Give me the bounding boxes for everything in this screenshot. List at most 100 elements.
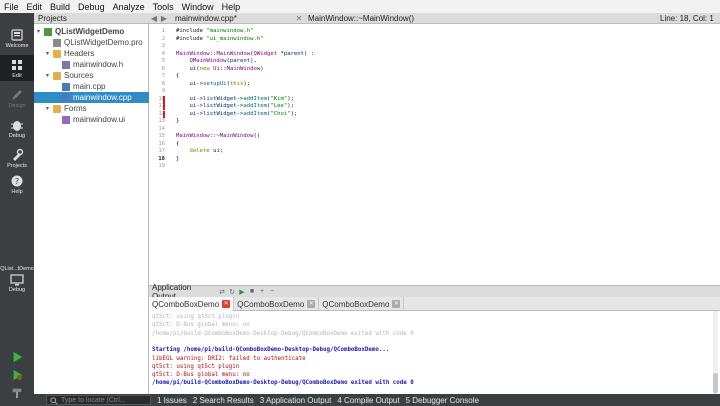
code-line: MainWindow::~MainWindow(): [176, 133, 261, 139]
mode-debug[interactable]: Debug: [0, 115, 34, 141]
output-line: /home/pi/build-QComboBoxDemo-Desktop-Deb…: [152, 330, 414, 337]
zoom-in-icon[interactable]: +: [257, 288, 267, 295]
menu-help[interactable]: Help: [222, 2, 241, 12]
line-number: 15: [158, 133, 165, 139]
tree-item-folder[interactable]: ▾ Forms: [34, 103, 149, 114]
run-icon: [13, 351, 23, 363]
close-tab-icon[interactable]: ✕: [222, 300, 231, 308]
line-number: 5: [161, 58, 165, 64]
project-tree[interactable]: ▾ QListWidgetDemo QListWidgetDemo.pro ▾ Head…: [34, 24, 149, 394]
menu-file[interactable]: File: [4, 2, 19, 12]
code-line: {: [176, 73, 180, 79]
symbol-combo[interactable]: MainWindow::~MainWindow(): [304, 14, 660, 23]
output-tab-label: QComboBoxDemo: [237, 299, 305, 309]
output-tab[interactable]: QComboBoxDemo ✕: [149, 297, 235, 311]
output-pane-button[interactable]: 5 Debugger Console: [406, 396, 479, 405]
run-output-icon[interactable]: ▶: [237, 288, 247, 296]
menu-tools[interactable]: Tools: [153, 2, 174, 12]
line-number: 14: [158, 125, 165, 132]
stop-icon[interactable]: ■: [247, 288, 257, 295]
cpp-file-icon: [62, 93, 70, 102]
code-line: delete ui;: [189, 148, 224, 154]
output-tab[interactable]: QComboBoxDemo ✕: [319, 297, 405, 311]
output-tab[interactable]: QComboBoxDemo ✕: [234, 297, 320, 311]
mode-welcome[interactable]: Welcome: [0, 25, 34, 51]
menu-edit[interactable]: Edit: [27, 2, 43, 12]
welcome-icon: [11, 29, 23, 41]
modified-line-marker: [163, 103, 165, 110]
locator-input[interactable]: Type to locate (Ctrl...: [46, 395, 151, 405]
debug-run-button[interactable]: [0, 366, 34, 384]
tree-item-cpp[interactable]: mainwindow.cpp: [34, 92, 149, 103]
menu-debug[interactable]: Debug: [78, 2, 105, 12]
mode-edit[interactable]: Edit: [0, 55, 34, 81]
kit-project-label: QList...tDemo: [0, 266, 34, 272]
output-pane-button[interactable]: 1 Issues: [157, 396, 187, 405]
code-line: MainWindow::MainWindow(QWidget *parent) …: [176, 50, 315, 57]
edit-icon: [12, 60, 22, 70]
back-icon[interactable]: ◀: [149, 14, 159, 23]
mode-label: Design: [8, 103, 26, 109]
mode-label: Help: [11, 189, 23, 195]
tree-item-cpp[interactable]: main.cpp: [34, 81, 149, 92]
menu-analyze[interactable]: Analyze: [113, 2, 145, 12]
application-output-text[interactable]: qt5ct: using qt5ct plugin qt5ct: D-Bus gl…: [149, 311, 720, 394]
debug-icon: [11, 121, 23, 131]
mode-projects[interactable]: Projects: [0, 145, 34, 171]
cpp-file-icon: [62, 82, 70, 91]
tree-item-label: mainwindow.ui: [73, 115, 126, 124]
mode-design[interactable]: Design: [0, 85, 34, 111]
zoom-out-icon[interactable]: −: [267, 288, 277, 295]
pro-file-icon: [53, 38, 61, 47]
output-line: qt5ct: using qt5ct plugin: [152, 314, 240, 320]
attach-icon[interactable]: ⇄: [217, 288, 227, 296]
modified-line-marker: [163, 95, 165, 103]
mode-label: Welcome: [5, 43, 29, 49]
tree-item-folder[interactable]: ▾ Headers: [34, 48, 149, 59]
projects-title: Projects: [38, 13, 67, 23]
line-number: 16: [158, 140, 165, 147]
output-pane-button[interactable]: 3 Application Output: [260, 396, 332, 405]
close-document-icon[interactable]: ✕: [294, 14, 304, 23]
kit-selector[interactable]: QList...tDemo Debug: [0, 265, 34, 293]
tree-item-folder[interactable]: ▾ Sources: [34, 70, 149, 81]
tree-item-h[interactable]: mainwindow.h: [34, 59, 149, 70]
project-file-icon: [44, 27, 52, 36]
code-line: }: [176, 118, 180, 124]
tree-item-label: main.cpp: [73, 82, 106, 91]
run-button[interactable]: [0, 348, 34, 366]
mode-label: Debug: [8, 133, 26, 139]
output-tab-label: QComboBoxDemo: [152, 299, 220, 309]
close-tab-icon[interactable]: ✕: [392, 300, 401, 308]
menu-window[interactable]: Window: [182, 2, 214, 12]
code-line: ui->listWidget->addItem("Choi");: [189, 110, 298, 117]
line-number: 7: [161, 73, 165, 79]
code-line: }: [176, 155, 180, 162]
projects-icon: [13, 148, 24, 161]
output-scrollbar[interactable]: [713, 311, 718, 394]
folder-file-icon: [53, 104, 61, 113]
forward-icon[interactable]: ▶: [159, 14, 169, 23]
output-tab-label: QComboBoxDemo: [322, 299, 390, 309]
tree-item-project[interactable]: ▾ QListWidgetDemo: [34, 26, 149, 37]
output-pane-button[interactable]: 2 Search Results: [193, 396, 254, 405]
line-number: 4: [161, 50, 165, 57]
output-line: qt5ct: using qt5ct plugin: [152, 363, 240, 370]
output-pane-button[interactable]: 4 Compile Output: [337, 396, 399, 405]
close-tab-icon[interactable]: ✕: [307, 300, 316, 308]
menu-build[interactable]: Build: [50, 2, 70, 12]
output-line: Starting /home/pi/build-QComboBoxDemo-De…: [152, 347, 390, 354]
line-number: 9: [161, 88, 165, 94]
tree-item-pro[interactable]: QListWidgetDemo.pro: [34, 37, 149, 48]
build-button[interactable]: [0, 384, 34, 402]
output-line: libEGL warning: DRI2: failed to authenti…: [152, 355, 306, 362]
folder-file-icon: [53, 49, 61, 58]
tree-item-ui[interactable]: mainwindow.ui: [34, 114, 149, 125]
code-editor[interactable]: 1 2 3 4 5 6 7 8 9 10 11 12 13 14 15 16 17 18 19 #include "…: [149, 24, 720, 285]
debug-run-icon: [13, 369, 23, 381]
expand-arrow-icon: ▾: [37, 29, 41, 35]
rerun-icon[interactable]: ↻: [227, 288, 237, 296]
tree-item-label: Sources: [64, 71, 94, 80]
open-document-combo[interactable]: mainwindow.cpp*: [169, 14, 294, 23]
mode-help[interactable]: ? Help: [0, 171, 34, 197]
